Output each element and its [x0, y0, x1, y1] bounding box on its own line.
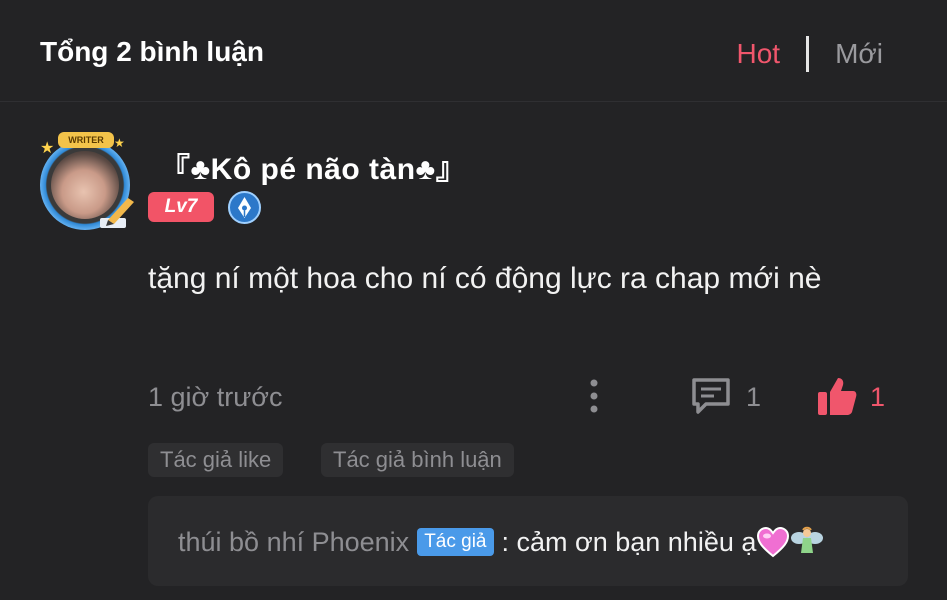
like-count: 1 [870, 382, 886, 412]
reply-line: thúi bồ nhí Phoenix Tác giả : cảm ơn bạn… [178, 526, 824, 558]
sort-divider [806, 36, 810, 72]
more-options-icon[interactable] [584, 378, 604, 414]
writer-frame-label: WRITER [58, 132, 114, 148]
star-icon: ★ [114, 136, 125, 150]
comment-timestamp: 1 giờ trước [148, 382, 283, 412]
thumbs-up-icon[interactable] [816, 375, 858, 417]
avatar[interactable]: WRITER ★ ★ [36, 132, 136, 234]
author-badge: Tác giả [417, 528, 494, 556]
reply-preview[interactable]: thúi bồ nhí Phoenix Tác giả : cảm ơn bạn… [148, 496, 908, 586]
comment-text: tặng ní một hoa cho ní có động lực ra ch… [148, 262, 822, 295]
pen-nib-icon [228, 191, 261, 224]
reply-icon[interactable] [690, 376, 732, 416]
reply-text: : cảm ơn bạn nhiều ạ [501, 526, 757, 557]
fairy-icon [791, 526, 824, 553]
reply-author-name[interactable]: thúi bồ nhí Phoenix [178, 527, 409, 558]
sort-new-tab[interactable]: Mới [835, 38, 883, 70]
reply-count: 1 [746, 382, 762, 412]
star-icon: ★ [40, 140, 55, 157]
level-badge: Lv7 [148, 192, 214, 222]
quill-pen-icon [100, 198, 134, 228]
heart-icon [757, 526, 790, 558]
tag-author-comment: Tác giả bình luận [321, 443, 514, 477]
tag-author-like: Tác giả like [148, 443, 284, 477]
username[interactable]: 『♣Kô pé não tàn♣』 [160, 144, 466, 188]
sort-hot-tab[interactable]: Hot [737, 38, 781, 70]
comments-header: Tổng 2 bình luận Hot Mới [0, 0, 947, 102]
comment-count-title: Tổng 2 bình luận [40, 36, 264, 67]
sort-toggle: Hot Mới [737, 36, 883, 72]
